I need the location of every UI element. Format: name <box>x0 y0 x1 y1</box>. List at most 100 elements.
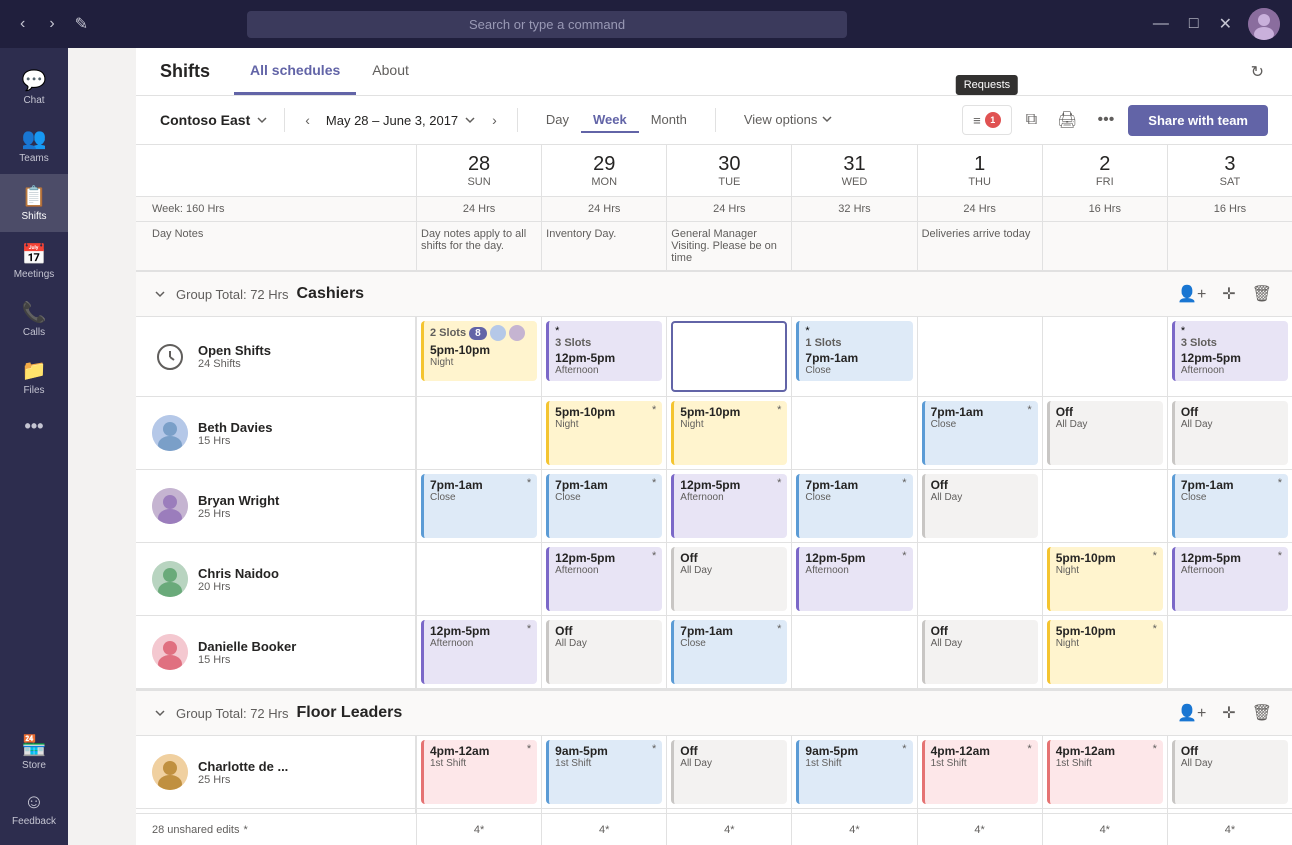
bryan-cell-3[interactable]: * 7pm-1am Close <box>791 470 916 542</box>
collapse-icon-fl[interactable] <box>152 705 168 721</box>
beth-cell-1[interactable]: * 5pm-10pm Night <box>541 397 666 469</box>
delete-group-button[interactable]: 🗑 <box>1248 280 1276 308</box>
maximize-button[interactable]: □ <box>1185 11 1203 37</box>
slot-count-0: 2 Slots <box>430 327 466 339</box>
aadi-cell-6[interactable]: * 9am-5pm <box>1167 809 1292 813</box>
bryan-cell-0[interactable]: * 7pm-1am Close <box>416 470 541 542</box>
aadi-cell-0[interactable]: Off <box>416 809 541 813</box>
beth-label-1: Night <box>555 419 656 430</box>
tab-day[interactable]: Day <box>534 108 581 133</box>
beth-label-6: All Day <box>1181 419 1282 430</box>
open-shift-cell-6[interactable]: * 3 Slots 12pm-5pm Afternoon <box>1167 317 1292 396</box>
add-shift-fl-button[interactable]: ✛ <box>1218 699 1239 727</box>
aadi-cell-2[interactable]: * 9am-5pm <box>666 809 791 813</box>
tab-month[interactable]: Month <box>639 108 699 133</box>
sidebar-item-store[interactable]: 🏪 Store <box>0 723 68 781</box>
beth-cell-4[interactable]: * 7pm-1am Close <box>917 397 1042 469</box>
add-member-fl-button[interactable]: 👤+ <box>1173 699 1210 727</box>
open-shift-cell-1[interactable]: * 3 Slots 12pm-5pm Afternoon <box>541 317 666 396</box>
chris-cell-3[interactable]: * 12pm-5pm Afternoon <box>791 543 916 615</box>
next-week-button[interactable]: › <box>488 108 501 132</box>
sidebar-item-calls[interactable]: 📞 Calls <box>0 290 68 348</box>
danielle-cell-2[interactable]: * 7pm-1am Close <box>666 616 791 688</box>
open-shift-cell-5[interactable] <box>1042 317 1167 396</box>
close-button[interactable]: ✕ <box>1215 10 1236 38</box>
beth-cell-5[interactable]: Off All Day <box>1042 397 1167 469</box>
copy-button[interactable]: ⧉ <box>1020 105 1043 135</box>
danielle-cell-6[interactable] <box>1167 616 1292 688</box>
prev-week-button[interactable]: ‹ <box>301 108 314 132</box>
danielle-cell-3[interactable] <box>791 616 916 688</box>
charlotte-cell-3[interactable]: * 9am-5pm 1st Shift <box>791 736 916 808</box>
bryan-cell-6[interactable]: * 7pm-1am Close <box>1167 470 1292 542</box>
collapse-icon[interactable] <box>152 286 168 302</box>
aadi-cell-5[interactable] <box>1042 809 1167 813</box>
charlotte-cell-6[interactable]: Off All Day <box>1167 736 1292 808</box>
sidebar-item-shifts[interactable]: 📋 Shifts <box>0 174 68 232</box>
aadi-cell-3[interactable]: * 4pm-12am <box>791 809 916 813</box>
bryan-cell-2[interactable]: * 12pm-5pm Afternoon <box>666 470 791 542</box>
sidebar-item-chat[interactable]: 💬 Chat <box>0 58 68 116</box>
bryan-shift-4: Off All Day <box>922 474 1038 538</box>
bryan-cell-5[interactable] <box>1042 470 1167 542</box>
chris-cell-1[interactable]: * 12pm-5pm Afternoon <box>541 543 666 615</box>
aadi-cell-1[interactable]: * 4pm-12am <box>541 809 666 813</box>
chris-shift-1: * 12pm-5pm Afternoon <box>546 547 662 611</box>
forward-button[interactable]: › <box>41 11 62 37</box>
search-input[interactable] <box>247 11 847 38</box>
share-button[interactable]: Share with team <box>1128 105 1268 136</box>
user-avatar[interactable] <box>1248 8 1280 40</box>
print-button[interactable]: 🖨 <box>1051 104 1083 136</box>
date-range[interactable]: May 28 – June 3, 2017 <box>326 113 476 128</box>
beth-cell-6[interactable]: Off All Day <box>1167 397 1292 469</box>
charlotte-cell-4[interactable]: * 4pm-12am 1st Shift <box>917 736 1042 808</box>
beth-cell-3[interactable] <box>791 397 916 469</box>
calls-icon: 📞 <box>22 300 47 325</box>
open-shift-cell-2[interactable] <box>666 317 791 396</box>
danielle-cell-5[interactable]: * 5pm-10pm Night <box>1042 616 1167 688</box>
danielle-cell-1[interactable]: Off All Day <box>541 616 666 688</box>
sidebar-item-files[interactable]: 📁 Files <box>0 348 68 406</box>
tab-all-schedules[interactable]: All schedules <box>234 48 356 95</box>
charlotte-cell-2[interactable]: Off All Day <box>666 736 791 808</box>
minimize-button[interactable]: — <box>1149 11 1173 37</box>
bryan-cell-4[interactable]: Off All Day <box>917 470 1042 542</box>
charlotte-cell-1[interactable]: * 9am-5pm 1st Shift <box>541 736 666 808</box>
sidebar-item-teams[interactable]: 👥 Teams <box>0 116 68 174</box>
tab-about[interactable]: About <box>356 48 425 95</box>
chris-cell-4[interactable] <box>917 543 1042 615</box>
chris-cell-6[interactable]: * 12pm-5pm Afternoon <box>1167 543 1292 615</box>
sidebar-item-feedback[interactable]: ☺ Feedback <box>0 781 68 837</box>
add-shift-button[interactable]: ✛ <box>1218 280 1239 308</box>
schedule-selector[interactable]: Contoso East <box>160 112 268 128</box>
add-member-button[interactable]: 👤+ <box>1173 280 1210 308</box>
sidebar-item-meetings[interactable]: 📅 Meetings <box>0 232 68 290</box>
open-shift-cell-4[interactable] <box>917 317 1042 396</box>
charlotte-time-0: 4pm-12am <box>430 744 531 758</box>
danielle-cell-0[interactable]: * 12pm-5pm Afternoon <box>416 616 541 688</box>
requests-badge: 1 <box>985 112 1001 128</box>
open-shift-cell-0[interactable]: 2 Slots 8 5pm-10pm Night <box>416 317 541 396</box>
refresh-button[interactable]: ↻ <box>1247 58 1268 86</box>
open-shift-cell-3[interactable]: * 1 Slots 7pm-1am Close <box>791 317 916 396</box>
danielle-cell-4[interactable]: Off All Day <box>917 616 1042 688</box>
requests-button[interactable]: ≡ 1 <box>962 105 1012 135</box>
beth-cell-2[interactable]: * 5pm-10pm Night <box>666 397 791 469</box>
beth-cell-0[interactable] <box>416 397 541 469</box>
back-button[interactable]: ‹ <box>12 11 33 37</box>
compose-button[interactable]: ✎ <box>67 10 96 38</box>
unshared-edits-label: 28 unshared edits <box>152 824 239 836</box>
view-options-button[interactable]: View options <box>732 108 845 133</box>
more-options-button[interactable]: ••• <box>1091 105 1120 135</box>
sidebar-item-more[interactable]: ••• <box>0 406 68 447</box>
delete-fl-button[interactable]: 🗑 <box>1248 699 1276 727</box>
aadi-cell-4[interactable]: Off <box>917 809 1042 813</box>
charlotte-cell-5[interactable]: * 4pm-12am 1st Shift <box>1042 736 1167 808</box>
slot-avatar-1 <box>509 325 525 341</box>
chris-cell-5[interactable]: * 5pm-10pm Night <box>1042 543 1167 615</box>
charlotte-cell-0[interactable]: * 4pm-12am 1st Shift <box>416 736 541 808</box>
bryan-cell-1[interactable]: * 7pm-1am Close <box>541 470 666 542</box>
chris-cell-2[interactable]: Off All Day <box>666 543 791 615</box>
chris-cell-0[interactable] <box>416 543 541 615</box>
tab-week[interactable]: Week <box>581 108 639 133</box>
